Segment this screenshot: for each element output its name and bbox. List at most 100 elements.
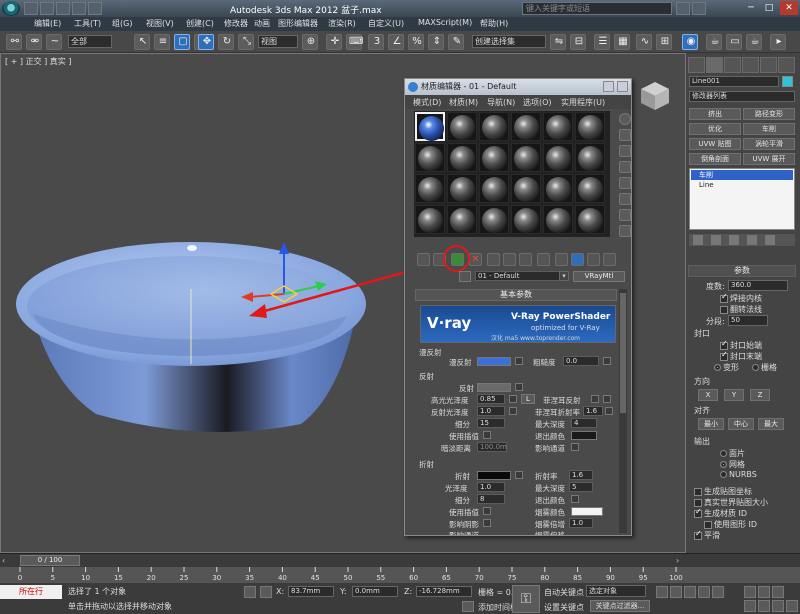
diffuse-color-swatch[interactable] — [477, 357, 511, 366]
go-to-end-icon[interactable] — [712, 586, 724, 598]
absolute-mode-icon[interactable] — [260, 586, 272, 598]
motion-tab-icon[interactable] — [742, 57, 759, 73]
menu-maxscript[interactable]: MAXScript(M) — [418, 18, 472, 27]
sample-slot-4[interactable] — [511, 112, 541, 141]
menu-rendering[interactable]: 渲染(R) — [328, 18, 356, 29]
zoom-extents-icon[interactable] — [772, 586, 784, 598]
sample-slot-18[interactable] — [575, 174, 605, 203]
bind-space-warp-icon[interactable]: ~ — [46, 34, 62, 50]
reflect-color-swatch[interactable] — [477, 383, 511, 392]
nurbs-radio[interactable]: NURBS — [720, 470, 757, 479]
create-tab-icon[interactable] — [688, 57, 705, 73]
sample-slot-16[interactable] — [511, 174, 541, 203]
parameters-rollout[interactable]: 参数 — [688, 265, 796, 277]
material-name-dropdown-icon[interactable]: ▾ — [559, 271, 569, 281]
mirror-icon[interactable]: ⇋ — [550, 34, 566, 50]
subdivs-field[interactable]: 15 — [477, 418, 505, 428]
sample-slot-17[interactable] — [543, 174, 573, 203]
dim-falloff-checkbox[interactable] — [571, 443, 579, 451]
manipulate-icon[interactable]: ✛ — [326, 34, 342, 50]
fresnel-checkbox[interactable] — [591, 395, 599, 403]
set-key-mode-icon[interactable]: ⚿ — [512, 585, 540, 613]
material-params-scrollbar[interactable] — [619, 289, 627, 533]
new-file-icon[interactable] — [24, 2, 38, 15]
exit-color-swatch[interactable] — [571, 431, 597, 440]
sample-slot-15[interactable] — [479, 174, 509, 203]
matedit-minimize-button[interactable] — [603, 81, 614, 92]
key-selection-dropdown[interactable]: 选定对象 — [586, 585, 646, 597]
menu-edit[interactable]: 编辑(E) — [34, 18, 61, 29]
maximize-button[interactable]: □ — [760, 1, 778, 15]
select-object-icon[interactable]: ↖ — [134, 34, 150, 50]
sample-slot-7[interactable] — [415, 143, 445, 172]
link-icon[interactable]: ⚯ — [6, 34, 22, 50]
schematic-view-icon[interactable]: ⊞ — [656, 34, 672, 50]
menu-views[interactable]: 视图(V) — [146, 18, 174, 29]
display-tab-icon[interactable] — [760, 57, 777, 73]
video-color-check-icon[interactable] — [619, 177, 631, 189]
fog-color-swatch[interactable] — [571, 507, 603, 516]
r-use-interp-checkbox[interactable] — [483, 507, 491, 515]
menu-customize[interactable]: 自定义(U) — [368, 18, 404, 29]
morph-radio[interactable]: 变形 — [714, 362, 739, 373]
r-subdivs-field[interactable]: 8 — [477, 494, 505, 504]
render-production-icon[interactable]: ☕ — [746, 34, 762, 50]
snaps-toggle-icon[interactable]: 3 — [368, 34, 384, 50]
go-forward-sibling-icon[interactable] — [603, 253, 616, 266]
lathe-button[interactable]: 车削 — [743, 123, 795, 135]
ior-field[interactable]: 1.6 — [569, 470, 593, 480]
sample-slot-10[interactable] — [511, 143, 541, 172]
segments-field[interactable]: 50 — [728, 315, 768, 326]
modifier-list-dropdown[interactable]: 修改器列表 — [689, 91, 795, 102]
dim-distance-field[interactable]: 100.0m — [477, 442, 507, 452]
matedit-menu-material[interactable]: 材质(M) — [449, 97, 478, 108]
configure-sets-icon[interactable] — [765, 235, 775, 245]
roughness-map-button[interactable] — [603, 357, 611, 365]
remove-modifier-icon[interactable] — [747, 235, 757, 245]
search-input[interactable]: 键入关键字或短语 — [522, 2, 672, 15]
lock-selection-icon[interactable] — [244, 586, 256, 598]
set-key-button[interactable]: 设置关键点 — [544, 602, 584, 613]
app-logo-icon[interactable] — [2, 1, 20, 16]
make-unique-icon[interactable] — [729, 235, 739, 245]
menu-graph-editors[interactable]: 图形编辑器 — [278, 18, 318, 29]
real-world-checkbox[interactable]: 真实世界贴图大小 — [694, 497, 768, 508]
copy-material-icon[interactable] — [487, 253, 500, 266]
selection-filter-dropdown[interactable]: 全部 — [68, 35, 112, 48]
select-by-name-icon[interactable]: ≡ — [154, 34, 170, 50]
layer-manager-icon[interactable]: ☰ — [594, 34, 610, 50]
align-min-button[interactable]: 最小 — [698, 418, 724, 430]
pan-view-icon[interactable] — [758, 600, 770, 612]
fog-mult-field[interactable]: 1.0 — [569, 518, 593, 528]
r-exit-color-checkbox[interactable] — [571, 495, 579, 503]
sample-slot-8[interactable] — [447, 143, 477, 172]
curve-editor-icon[interactable]: ∿ — [636, 34, 652, 50]
track-bar[interactable]: 0 5 10 15 20 25 30 35 40 45 50 55 60 65 70 75 80 85 90 95 10… — [0, 567, 800, 583]
backlight-icon[interactable] — [619, 129, 631, 141]
sample-type-icon[interactable] — [619, 113, 631, 125]
sample-slot-12[interactable] — [575, 143, 605, 172]
menu-group[interactable]: 组(G) — [112, 18, 132, 29]
smooth-checkbox[interactable]: 平滑 — [694, 530, 720, 541]
matedit-menu-navigation[interactable]: 导航(N) — [487, 97, 515, 108]
make-preview-icon[interactable] — [619, 193, 631, 205]
sample-slot-11[interactable] — [543, 143, 573, 172]
stack-item-line[interactable]: Line — [691, 180, 793, 190]
search-icon[interactable] — [676, 2, 690, 15]
make-unique-material-icon[interactable] — [503, 253, 516, 266]
max-depth-field[interactable]: 4 — [571, 418, 597, 428]
zoom-all-icon[interactable] — [758, 586, 770, 598]
degrees-field[interactable]: 360.0 — [728, 280, 788, 291]
undo-icon[interactable] — [72, 2, 86, 15]
sample-slot-20[interactable] — [447, 205, 477, 234]
matedit-options-icon[interactable] — [619, 209, 631, 221]
fresnel-map-button[interactable] — [603, 395, 611, 403]
redo-icon[interactable] — [88, 2, 102, 15]
weld-core-checkbox[interactable]: 焊接内核 — [720, 293, 762, 304]
patch-radio[interactable]: 面片 — [720, 448, 745, 459]
scrollbar-thumb[interactable] — [620, 293, 626, 413]
menu-modifiers[interactable]: 修改器 — [224, 18, 248, 29]
material-id-channel-icon[interactable] — [537, 253, 550, 266]
go-to-parent-icon[interactable] — [587, 253, 600, 266]
sample-slot-3[interactable] — [479, 112, 509, 141]
